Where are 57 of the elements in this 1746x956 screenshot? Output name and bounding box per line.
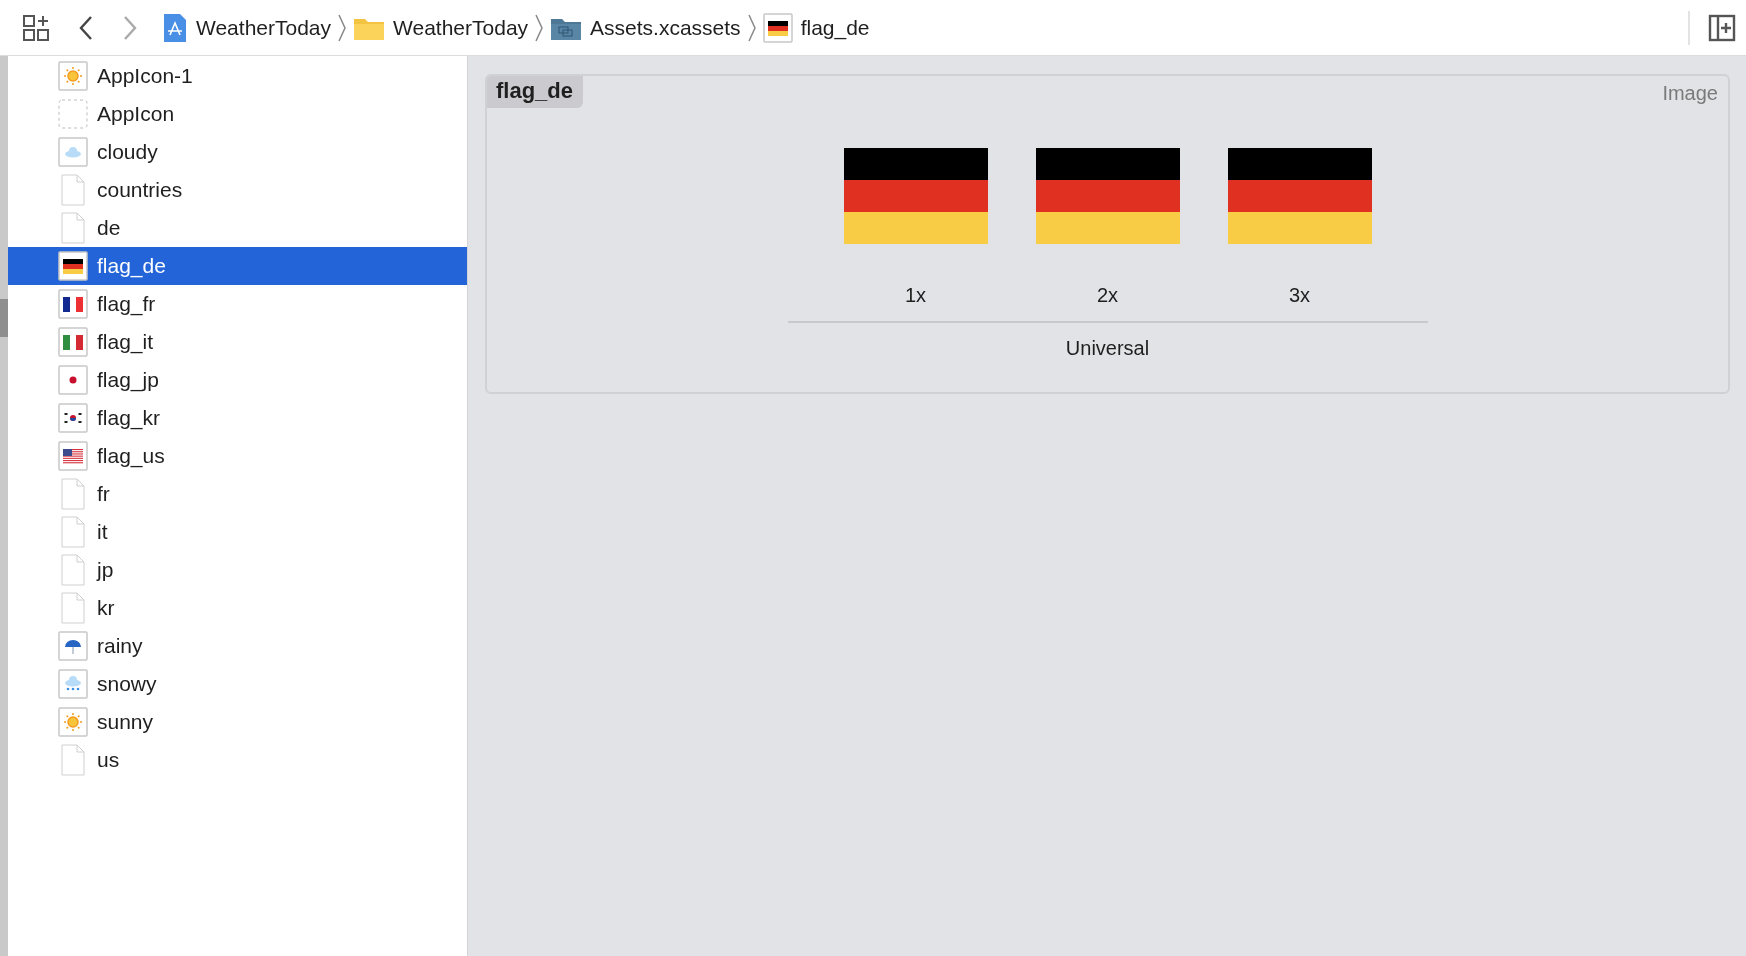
navigator-item[interactable]: snowy <box>8 665 467 703</box>
file-icon <box>58 592 88 624</box>
flag-icon <box>58 365 88 395</box>
file-icon <box>58 478 88 510</box>
flag-icon <box>58 403 88 433</box>
scrollbar-thumb[interactable] <box>0 299 8 337</box>
navigator-item[interactable]: it <box>8 513 467 551</box>
scale-label: 3x <box>1288 284 1311 307</box>
navigator-item[interactable]: sunny <box>8 703 467 741</box>
flag-icon <box>58 327 88 357</box>
breadcrumb-item[interactable]: Assets.xcassets <box>550 14 741 41</box>
navigator-item[interactable]: countries <box>8 171 467 209</box>
image-set-name: flag_de <box>487 76 584 108</box>
add-editor-icon[interactable] <box>1708 13 1736 42</box>
flag-icon <box>762 12 793 43</box>
grid-icon[interactable] <box>22 13 50 42</box>
navigator-item[interactable]: us <box>8 741 467 779</box>
navigator-item[interactable]: flag_it <box>8 323 467 361</box>
navigator-item[interactable]: AppIcon-1 <box>8 57 467 95</box>
scale-label: 1x <box>904 284 927 307</box>
project-file-icon <box>162 12 188 43</box>
navigator-item[interactable]: kr <box>8 589 467 627</box>
navigator-item[interactable]: jp <box>8 551 467 589</box>
breadcrumb-item[interactable]: flag_de <box>762 12 870 43</box>
navigator-item[interactable]: flag_de <box>8 247 467 285</box>
snow-cloud-icon <box>58 669 88 699</box>
umbrella-icon <box>58 631 88 661</box>
flag-icon <box>58 289 88 319</box>
chevron-icon <box>337 12 348 43</box>
file-icon <box>58 212 88 244</box>
sun-icon <box>58 61 88 91</box>
navigator-item[interactable]: rainy <box>8 627 467 665</box>
chevron-icon <box>746 12 757 43</box>
navigator-item[interactable]: cloudy <box>8 133 467 171</box>
back-icon[interactable] <box>78 14 94 41</box>
navigator-item[interactable]: de <box>8 209 467 247</box>
file-icon <box>58 744 88 776</box>
file-icon <box>58 516 88 548</box>
chevron-icon <box>534 12 545 43</box>
navigator-item[interactable]: AppIcon <box>8 95 467 133</box>
breadcrumb-item[interactable]: WeatherToday <box>353 14 529 41</box>
flag-icon <box>58 441 88 471</box>
empty-slot-icon <box>58 99 88 129</box>
device-group-label: Universal <box>1065 337 1150 360</box>
sun-icon <box>58 707 88 737</box>
image-type-label: Image <box>1662 82 1718 105</box>
file-icon <box>58 174 88 206</box>
navigator-item[interactable]: fr <box>8 475 467 513</box>
breadcrumb-item[interactable]: WeatherToday <box>162 12 332 43</box>
navigator-item[interactable]: flag_fr <box>8 285 467 323</box>
flag-icon <box>58 251 88 281</box>
file-icon <box>58 554 88 586</box>
scale-label: 2x <box>1096 284 1119 307</box>
cloud-icon <box>58 137 88 167</box>
navigator-item[interactable]: flag_us <box>8 437 467 475</box>
navigator-item[interactable]: flag_kr <box>8 399 467 437</box>
navigator-item[interactable]: flag_jp <box>8 361 467 399</box>
